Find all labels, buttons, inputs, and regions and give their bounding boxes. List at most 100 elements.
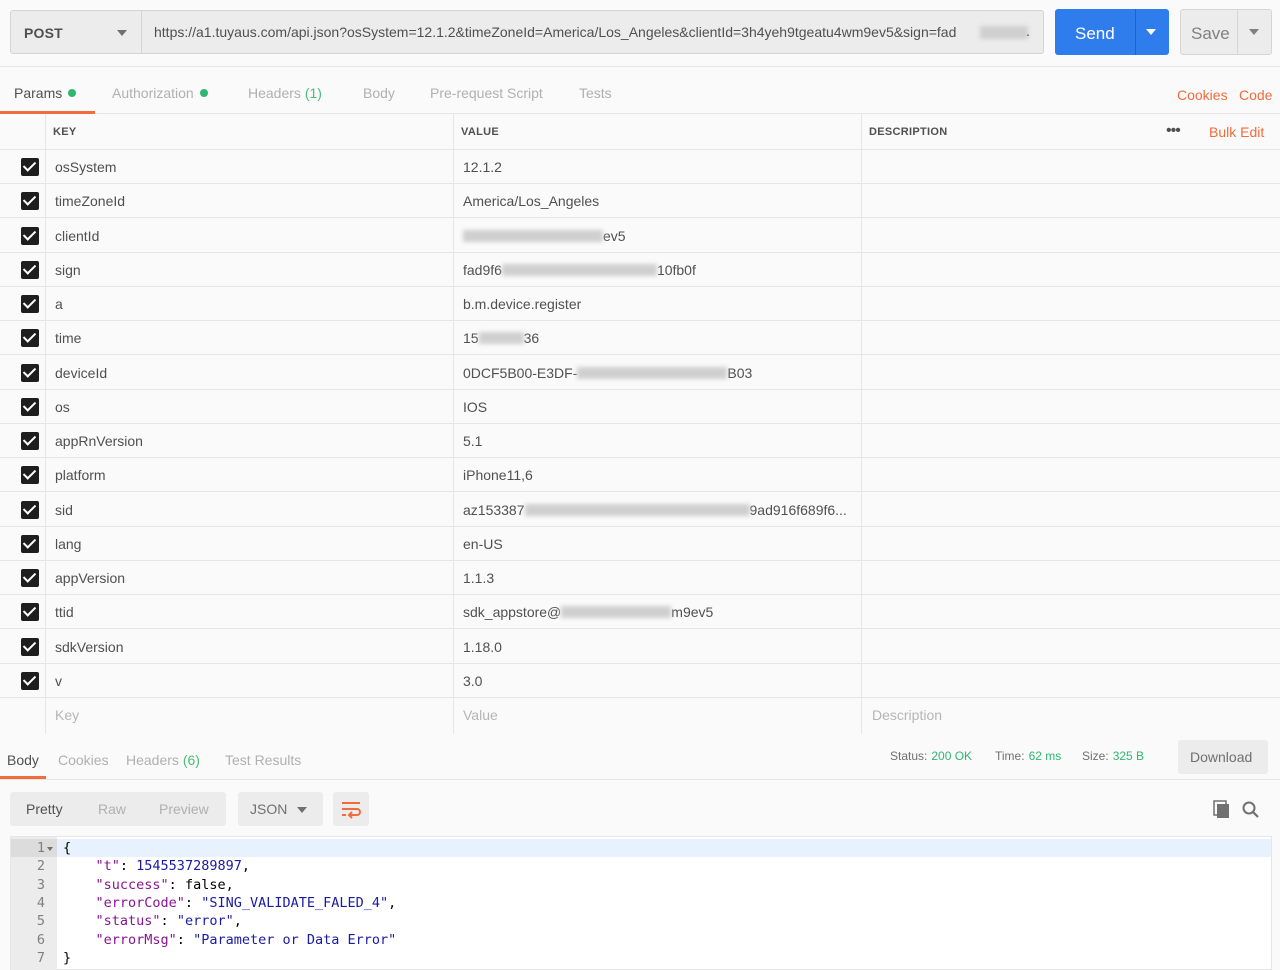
raw-button[interactable]: Raw <box>98 801 126 817</box>
param-key[interactable]: ttid <box>55 604 74 620</box>
row-enabled-checkbox[interactable] <box>21 192 39 211</box>
table-row: deviceId 0DCF5B00-E3DF- B03 <box>0 356 1280 390</box>
wrap-lines-button[interactable] <box>333 792 369 826</box>
search-icon[interactable] <box>1241 800 1261 820</box>
param-key[interactable]: osSystem <box>55 159 116 175</box>
param-key[interactable]: os <box>55 399 70 415</box>
param-key[interactable]: sid <box>55 502 73 518</box>
param-value[interactable]: 3.0 <box>463 673 482 689</box>
row-enabled-checkbox[interactable] <box>21 363 39 382</box>
param-key[interactable]: v <box>55 673 62 689</box>
param-key[interactable]: platform <box>55 467 106 483</box>
row-enabled-checkbox[interactable] <box>21 226 39 245</box>
tab-test-results[interactable]: Test Results <box>225 752 301 768</box>
tab-prerequest-script[interactable]: Pre-request Script <box>430 85 543 101</box>
table-row: ttid sdk_appstore@ m9ev5 <box>0 595 1280 630</box>
param-key[interactable]: appRnVersion <box>55 433 143 449</box>
cookies-link[interactable]: Cookies <box>1177 87 1228 103</box>
row-enabled-checkbox[interactable] <box>21 158 39 176</box>
table-row: lang en-US <box>0 527 1280 561</box>
tab-params-label: Params <box>14 85 63 101</box>
row-enabled-checkbox[interactable] <box>21 329 39 348</box>
code-token-val: { <box>63 840 72 856</box>
copy-icon[interactable] <box>1212 800 1232 820</box>
param-value[interactable]: az153387 9ad916f689f6... <box>463 502 847 518</box>
save-dropdown-chevron-icon[interactable] <box>1249 29 1259 35</box>
param-key[interactable]: appVersion <box>55 570 125 586</box>
param-key[interactable]: time <box>55 330 81 346</box>
row-enabled-checkbox[interactable] <box>21 432 39 450</box>
param-value[interactable]: 1.18.0 <box>463 639 502 655</box>
url-input[interactable]: https://a1.tuyaus.com/api.json?osSystem=… <box>142 10 1044 54</box>
row-enabled-checkbox[interactable] <box>21 671 39 690</box>
key-input[interactable]: Key <box>55 707 79 723</box>
code-token-val: "Parameter or Data Error" <box>193 931 397 948</box>
row-enabled-checkbox[interactable] <box>21 500 39 519</box>
send-button[interactable]: Send <box>1055 9 1169 55</box>
param-value[interactable]: sdk_appstore@ m9ev5 <box>463 604 713 620</box>
param-value[interactable]: en-US <box>463 536 503 552</box>
param-value[interactable]: 0DCF5B00-E3DF- B03 <box>463 365 752 381</box>
param-value[interactable]: 12.1.2 <box>463 159 502 175</box>
save-button[interactable]: Save <box>1180 9 1272 55</box>
param-value[interactable]: America/Los_Angeles <box>463 193 599 209</box>
param-key[interactable]: sign <box>55 262 81 278</box>
preview-button[interactable]: Preview <box>159 801 209 817</box>
send-dropdown-chevron-icon[interactable] <box>1146 29 1156 35</box>
param-value[interactable]: 5.1 <box>463 433 482 449</box>
tab-tests[interactable]: Tests <box>579 85 612 101</box>
code-token-val: } <box>63 949 72 966</box>
tab-response-headers[interactable]: Headers (6) <box>126 752 200 768</box>
row-enabled-checkbox[interactable] <box>21 637 39 656</box>
code-line: "status": "error", <box>63 913 242 929</box>
tab-response-cookies[interactable]: Cookies <box>58 752 109 768</box>
row-enabled-checkbox[interactable] <box>21 603 39 622</box>
row-enabled-checkbox[interactable] <box>21 397 39 416</box>
tab-authorization[interactable]: Authorization <box>112 85 208 101</box>
tab-authorization-label: Authorization <box>112 85 194 101</box>
tab-headers-label: Headers <box>248 85 301 101</box>
download-button[interactable]: Download <box>1178 740 1268 774</box>
row-enabled-checkbox[interactable] <box>21 569 39 587</box>
param-value[interactable]: b.m.device.register <box>463 296 581 312</box>
row-enabled-checkbox[interactable] <box>21 466 39 485</box>
response-toolbar: Pretty Raw Preview JSON <box>0 780 1280 836</box>
param-key[interactable]: timeZoneId <box>55 193 125 209</box>
method-select[interactable]: POST <box>10 10 142 54</box>
param-value[interactable]: IOS <box>463 399 487 415</box>
format-select[interactable]: JSON <box>238 792 323 826</box>
code-token-indent <box>63 913 96 929</box>
tab-headers[interactable]: Headers (1) <box>248 85 322 101</box>
redacted-blur <box>524 503 750 516</box>
row-enabled-checkbox[interactable] <box>21 534 39 553</box>
param-key[interactable]: clientId <box>55 228 99 244</box>
fold-arrow-icon[interactable] <box>47 847 53 851</box>
status-label: Status: <box>890 749 928 763</box>
param-value[interactable]: 15 36 <box>463 330 539 346</box>
param-value-visible-end: 36 <box>523 330 540 347</box>
response-body-editor[interactable]: 1 {2 "t": 1545537289897, 3 "success": fals… <box>10 836 1272 970</box>
row-enabled-checkbox[interactable] <box>21 295 39 313</box>
more-options-icon[interactable]: ••• <box>1166 122 1181 140</box>
param-value[interactable]: fad9f6 10fb0f <box>463 262 696 278</box>
param-key[interactable]: deviceId <box>55 365 107 381</box>
tab-params[interactable]: Params <box>14 85 77 101</box>
value-input[interactable]: Value <box>463 707 498 723</box>
row-enabled-checkbox[interactable] <box>21 260 39 279</box>
format-label: JSON <box>250 801 288 817</box>
code-link[interactable]: Code <box>1239 87 1272 103</box>
bulk-edit-link[interactable]: Bulk Edit <box>1209 124 1264 140</box>
tab-response-body[interactable]: Body <box>7 752 39 768</box>
tab-body[interactable]: Body <box>363 85 395 101</box>
param-value[interactable]: iPhone11,6 <box>463 467 533 483</box>
param-value[interactable]: ev5 <box>463 228 626 244</box>
download-label: Download <box>1190 749 1253 765</box>
description-input[interactable]: Description <box>872 707 942 723</box>
param-value[interactable]: 1.1.3 <box>463 570 494 586</box>
param-key[interactable]: sdkVersion <box>55 639 123 655</box>
param-key[interactable]: a <box>55 296 63 312</box>
param-key[interactable]: lang <box>55 536 81 552</box>
param-value-visible-start: 15 <box>463 330 479 347</box>
pretty-button[interactable]: Pretty <box>26 801 63 817</box>
line-number: 4 <box>36 894 45 911</box>
